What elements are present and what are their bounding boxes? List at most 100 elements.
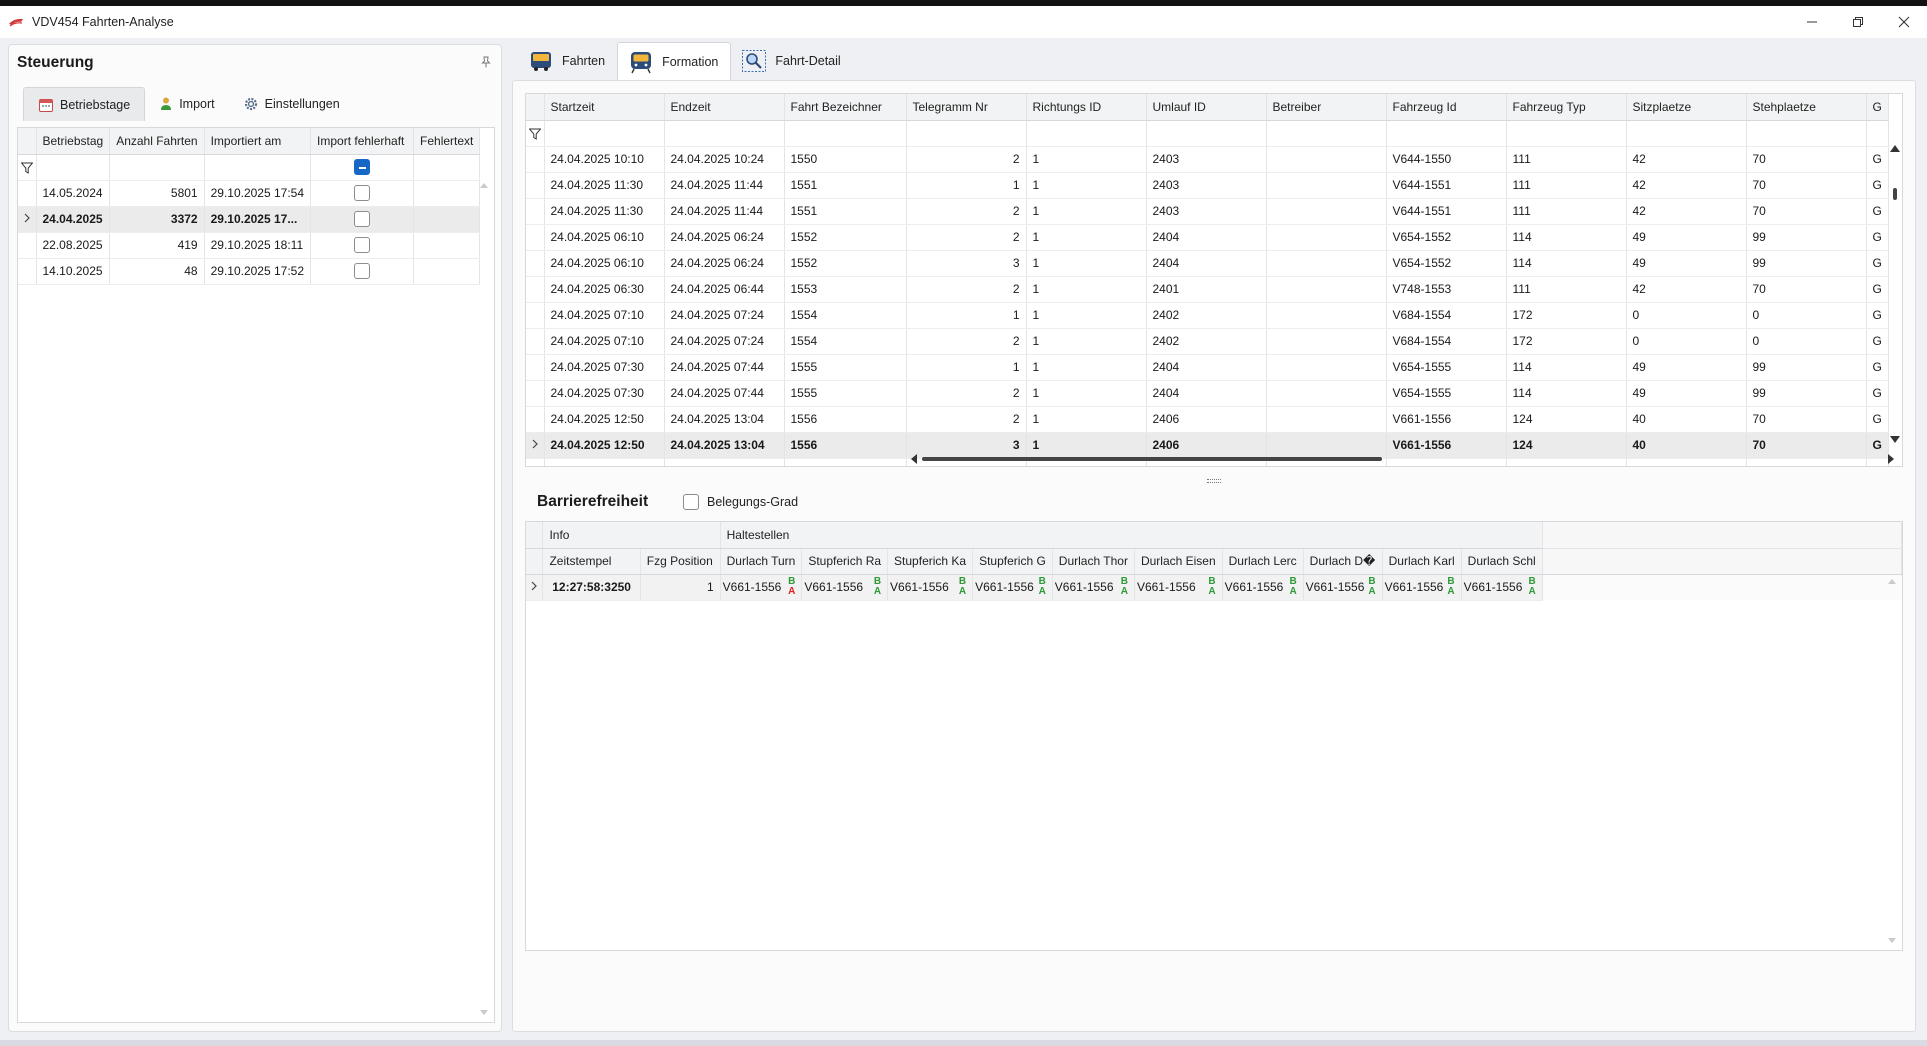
filter-input-fahrt-bezeichner[interactable] xyxy=(784,120,907,147)
column-header-telegramm-nr[interactable]: Telegramm Nr xyxy=(906,94,1027,121)
column-header-durlach-thor[interactable]: Durlach Thor xyxy=(1052,548,1135,575)
column-header-fahrt-bezeichner[interactable]: Fahrt Bezeichner xyxy=(784,94,907,121)
column-header-durlach-d[interactable]: Durlach D� xyxy=(1303,548,1383,575)
column-header-zeitstempel[interactable]: Zeitstempel xyxy=(542,548,641,575)
filter-indeterminate-checkbox[interactable] xyxy=(354,159,371,175)
column-header-betreiber[interactable]: Betreiber xyxy=(1266,94,1387,121)
column-header-import-fehlerhaft[interactable]: Import fehlerhaft xyxy=(310,128,415,155)
column-header-fahrzeug-id[interactable]: Fahrzeug Id xyxy=(1386,94,1507,121)
formation-row[interactable]: 24.04.2025 11:30 24.04.2025 11:44 1551 2 1 24… xyxy=(526,198,1889,225)
filter-input-fehlertext[interactable] xyxy=(413,154,481,181)
scroll-down-arrow-icon[interactable] xyxy=(1888,938,1896,944)
splitter-handle[interactable] xyxy=(1207,479,1221,483)
row-indicator[interactable] xyxy=(526,146,545,173)
tab-fahrt-detail[interactable]: Fahrt-Detail xyxy=(731,42,852,80)
import-fehlerhaft-checkbox[interactable] xyxy=(354,263,371,279)
formation-row[interactable]: 24.04.2025 06:10 24.04.2025 06:24 1552 2 1 24… xyxy=(526,224,1889,251)
scroll-down-arrow-icon[interactable] xyxy=(1890,436,1900,444)
row-indicator[interactable] xyxy=(526,250,545,277)
scroll-up-arrow-icon[interactable] xyxy=(480,182,488,188)
filter-input-stehplaetze[interactable] xyxy=(1746,120,1867,147)
tab-formation[interactable]: Formation xyxy=(617,42,732,80)
belegungs-grad-checkbox[interactable] xyxy=(683,494,699,510)
row-indicator[interactable] xyxy=(18,232,37,259)
filter-cell[interactable] xyxy=(526,120,545,147)
minimize-button[interactable] xyxy=(1789,6,1835,38)
formation-hscrollbar[interactable] xyxy=(910,454,1895,464)
filter-input-fahrzeug-id[interactable] xyxy=(1386,120,1507,147)
formation-hscroll-thumb[interactable] xyxy=(922,457,1382,461)
filter-input-richtungs-id[interactable] xyxy=(1026,120,1147,147)
filter-input-fahrzeug-typ[interactable] xyxy=(1506,120,1627,147)
betriebstag-row[interactable]: 14.10.2025 48 29.10.2025 17:52 xyxy=(18,258,481,285)
column-header-stehplaetze[interactable]: Stehplaetze xyxy=(1746,94,1867,121)
row-expand-chevron-icon[interactable] xyxy=(530,581,538,591)
column-header-umlauf-id[interactable]: Umlauf ID xyxy=(1146,94,1267,121)
formation-row[interactable]: 24.04.2025 06:30 24.04.2025 06:44 1553 2 1 24… xyxy=(526,276,1889,303)
row-indicator[interactable] xyxy=(526,574,544,601)
column-header-endzeit[interactable]: Endzeit xyxy=(664,94,785,121)
scroll-up-arrow-icon[interactable] xyxy=(1888,578,1896,584)
filter-input-anzahl[interactable] xyxy=(109,154,205,181)
column-header-durlach-eisen[interactable]: Durlach Eisen xyxy=(1134,548,1223,575)
filter-input-importiert[interactable] xyxy=(204,154,312,181)
row-indicator[interactable] xyxy=(526,276,545,303)
column-header-durlach-lerc[interactable]: Durlach Lerc xyxy=(1222,548,1304,575)
formation-row[interactable]: 24.04.2025 12:50 24.04.2025 13:04 1556 2 1 24… xyxy=(526,406,1889,433)
row-indicator[interactable] xyxy=(18,180,37,207)
filter-input-telegramm-nr[interactable] xyxy=(906,120,1027,147)
filter-input-umlauf-id[interactable] xyxy=(1146,120,1267,147)
formation-row[interactable]: 24.04.2025 07:10 24.04.2025 07:24 1554 1 1 24… xyxy=(526,302,1889,329)
column-header-durlach-schl[interactable]: Durlach Schl xyxy=(1461,548,1543,575)
scroll-down-arrow-icon[interactable] xyxy=(480,1010,488,1016)
filter-input-g[interactable] xyxy=(1866,120,1889,147)
column-header-sitzplaetze[interactable]: Sitzplaetze xyxy=(1626,94,1747,121)
betriebstag-row[interactable]: 14.05.2024 5801 29.10.2025 17:54 xyxy=(18,180,481,207)
close-button[interactable] xyxy=(1881,6,1927,38)
column-header-durlach-karl[interactable]: Durlach Karl xyxy=(1382,548,1462,575)
row-indicator[interactable] xyxy=(526,198,545,225)
filter-cell[interactable] xyxy=(18,154,37,181)
row-indicator[interactable] xyxy=(526,172,545,199)
tab-fahrten[interactable]: Fahrten xyxy=(518,42,617,80)
formation-row[interactable]: 24.04.2025 10:10 24.04.2025 10:24 1550 2 1 24… xyxy=(526,146,1889,173)
column-header-richtungs-id[interactable]: Richtungs ID xyxy=(1026,94,1147,121)
row-indicator[interactable] xyxy=(526,380,545,407)
column-header-fehlertext[interactable]: Fehlertext xyxy=(413,128,481,155)
filter-import-fehlerhaft[interactable] xyxy=(310,154,415,181)
filter-input-betreiber[interactable] xyxy=(1266,120,1387,147)
betriebstag-row[interactable]: 24.04.2025 3372 29.10.2025 17... xyxy=(18,206,481,233)
column-header-fahrzeug-typ[interactable]: Fahrzeug Typ xyxy=(1506,94,1627,121)
filter-input-endzeit[interactable] xyxy=(664,120,785,147)
row-indicator[interactable] xyxy=(526,432,545,459)
column-header-stupferich-g[interactable]: Stupferich G xyxy=(972,548,1053,575)
column-header-anzahl-fahrten[interactable]: Anzahl Fahrten xyxy=(109,128,205,155)
filter-input-betriebstag[interactable] xyxy=(36,154,111,181)
restore-button[interactable] xyxy=(1835,6,1881,38)
column-header-g[interactable]: G xyxy=(1866,94,1889,121)
row-expand-chevron-icon[interactable] xyxy=(531,439,539,449)
tab-betriebstage[interactable]: Betriebstage xyxy=(23,87,146,121)
filter-input-startzeit[interactable] xyxy=(544,120,665,147)
column-header-fzg-position[interactable]: Fzg Position xyxy=(640,548,721,575)
formation-row[interactable]: 24.04.2025 11:30 24.04.2025 11:44 1551 1 1 24… xyxy=(526,172,1889,199)
betriebstag-row[interactable]: 22.08.2025 419 29.10.2025 18:11 xyxy=(18,232,481,259)
import-fehlerhaft-checkbox[interactable] xyxy=(354,237,371,253)
row-indicator[interactable] xyxy=(18,258,37,285)
formation-row[interactable]: 24.04.2025 07:30 24.04.2025 07:44 1555 1 1 24… xyxy=(526,354,1889,381)
scroll-up-arrow-icon[interactable] xyxy=(1890,144,1900,152)
filter-input-sitzplaetze[interactable] xyxy=(1626,120,1747,147)
row-indicator[interactable] xyxy=(526,328,545,355)
scroll-right-arrow-icon[interactable] xyxy=(1887,454,1895,464)
formation-row[interactable]: 24.04.2025 07:10 24.04.2025 07:24 1554 2 1 24… xyxy=(526,328,1889,355)
column-header-betriebstag[interactable]: Betriebstag xyxy=(36,128,111,155)
row-indicator[interactable] xyxy=(526,458,545,466)
column-header-importiert-am[interactable]: Importiert am xyxy=(204,128,312,155)
column-header-stupferich-ka[interactable]: Stupferich Ka xyxy=(887,548,974,575)
column-header-stupferich-ra[interactable]: Stupferich Ra xyxy=(801,548,889,575)
tab-einstellungen[interactable]: Einstellungen xyxy=(229,87,354,121)
row-expand-chevron-icon[interactable] xyxy=(23,213,31,223)
barrierefreiheit-row[interactable]: 12:27:58:3250 1 V661-1556 B A V661-1556 B A V661… xyxy=(526,574,1902,601)
row-indicator[interactable] xyxy=(18,206,37,233)
row-indicator[interactable] xyxy=(526,354,545,381)
